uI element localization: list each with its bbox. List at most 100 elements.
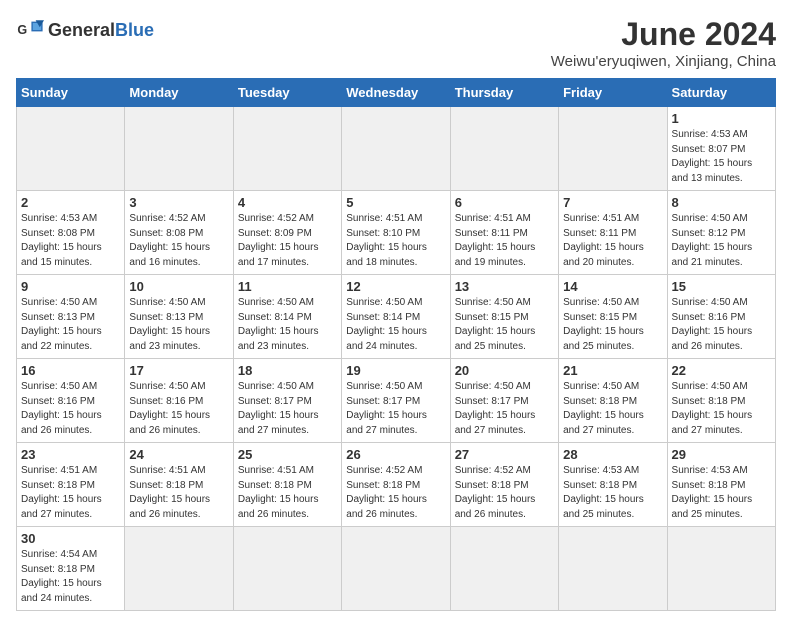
title-block: June 2024 Weiwu'eryuqiwen, Xinjiang, Chi…	[551, 16, 776, 70]
day-info: Sunrise: 4:51 AM Sunset: 8:18 PM Dayligh…	[21, 464, 120, 522]
calendar-cell	[233, 107, 341, 191]
calendar-cell: 28 Sunrise: 4:53 AM Sunset: 8:18 PM Dayli…	[559, 443, 667, 527]
week-row-2: 2Sunrise: 4:53 AM Sunset: 8:08 PM Daylig…	[17, 191, 776, 275]
day-number: 20	[455, 363, 554, 378]
day-info: Sunrise: 4:50 AM Sunset: 8:17 PM Dayligh…	[455, 380, 554, 438]
day-number: 11	[238, 279, 337, 294]
day-info: Sunrise: 4:51 AM Sunset: 8:18 PM Dayligh…	[238, 464, 337, 522]
calendar-cell	[559, 527, 667, 611]
day-number: 26	[346, 447, 445, 462]
day-info: Sunrise: 4:50 AM Sunset: 8:12 PM Dayligh…	[672, 212, 771, 270]
calendar-cell: 21Sunrise: 4:50 AM Sunset: 8:18 PM Dayli…	[559, 359, 667, 443]
day-number: 19	[346, 363, 445, 378]
day-number: 27	[455, 447, 554, 462]
day-number: 23	[21, 447, 120, 462]
day-info: Sunrise: 4:53 AM Sunset: 8:08 PM Dayligh…	[21, 212, 120, 270]
day-number: 25	[238, 447, 337, 462]
dow-header-saturday: Saturday	[667, 79, 775, 107]
dow-header-friday: Friday	[559, 79, 667, 107]
logo-text-bold: Blue	[115, 20, 154, 40]
day-info: Sunrise: 4:50 AM Sunset: 8:18 PM Dayligh…	[672, 380, 771, 438]
day-number: 29	[672, 447, 771, 462]
calendar-cell: 14 Sunrise: 4:50 AM Sunset: 8:15 PM Dayli…	[559, 275, 667, 359]
calendar-cell: 5 Sunrise: 4:51 AM Sunset: 8:10 PM Daylig…	[342, 191, 450, 275]
calendar-cell: 15 Sunrise: 4:50 AM Sunset: 8:16 PM Dayli…	[667, 275, 775, 359]
calendar-cell: 2Sunrise: 4:53 AM Sunset: 8:08 PM Daylig…	[17, 191, 125, 275]
day-info: Sunrise: 4:52 AM Sunset: 8:08 PM Dayligh…	[129, 212, 228, 270]
dow-header-thursday: Thursday	[450, 79, 558, 107]
day-number: 6	[455, 195, 554, 210]
week-row-5: 23 Sunrise: 4:51 AM Sunset: 8:18 PM Dayli…	[17, 443, 776, 527]
calendar-title: June 2024	[551, 16, 776, 53]
logo: G GeneralBlue	[16, 16, 154, 44]
day-info: Sunrise: 4:50 AM Sunset: 8:15 PM Dayligh…	[563, 296, 662, 354]
day-info: Sunrise: 4:52 AM Sunset: 8:18 PM Dayligh…	[346, 464, 445, 522]
calendar-cell	[450, 107, 558, 191]
calendar-header-row: SundayMondayTuesdayWednesdayThursdayFrid…	[17, 79, 776, 107]
day-number: 5	[346, 195, 445, 210]
day-info: Sunrise: 4:53 AM Sunset: 8:18 PM Dayligh…	[672, 464, 771, 522]
calendar-cell: 7Sunrise: 4:51 AM Sunset: 8:11 PM Daylig…	[559, 191, 667, 275]
calendar-cell	[125, 107, 233, 191]
dow-header-wednesday: Wednesday	[342, 79, 450, 107]
svg-text:G: G	[17, 23, 27, 37]
calendar-cell: 9Sunrise: 4:50 AM Sunset: 8:13 PM Daylig…	[17, 275, 125, 359]
calendar-cell: 12Sunrise: 4:50 AM Sunset: 8:14 PM Dayli…	[342, 275, 450, 359]
calendar-cell	[233, 527, 341, 611]
calendar-header: G GeneralBlue June 2024 Weiwu'eryuqiwen,…	[16, 16, 776, 70]
day-number: 24	[129, 447, 228, 462]
calendar-cell	[125, 527, 233, 611]
day-info: Sunrise: 4:51 AM Sunset: 8:18 PM Dayligh…	[129, 464, 228, 522]
day-info: Sunrise: 4:50 AM Sunset: 8:17 PM Dayligh…	[346, 380, 445, 438]
calendar-cell: 8 Sunrise: 4:50 AM Sunset: 8:12 PM Daylig…	[667, 191, 775, 275]
calendar-cell: 13Sunrise: 4:50 AM Sunset: 8:15 PM Dayli…	[450, 275, 558, 359]
day-info: Sunrise: 4:50 AM Sunset: 8:16 PM Dayligh…	[129, 380, 228, 438]
calendar-subtitle: Weiwu'eryuqiwen, Xinjiang, China	[551, 53, 776, 70]
calendar-cell	[667, 527, 775, 611]
day-number: 16	[21, 363, 120, 378]
day-number: 9	[21, 279, 120, 294]
calendar-cell: 26 Sunrise: 4:52 AM Sunset: 8:18 PM Dayli…	[342, 443, 450, 527]
calendar-cell: 18Sunrise: 4:50 AM Sunset: 8:17 PM Dayli…	[233, 359, 341, 443]
logo-icon: G	[16, 16, 44, 44]
dow-header-monday: Monday	[125, 79, 233, 107]
dow-header-tuesday: Tuesday	[233, 79, 341, 107]
day-info: Sunrise: 4:50 AM Sunset: 8:16 PM Dayligh…	[672, 296, 771, 354]
day-number: 30	[21, 531, 120, 546]
calendar-cell	[450, 527, 558, 611]
dow-header-sunday: Sunday	[17, 79, 125, 107]
day-info: Sunrise: 4:51 AM Sunset: 8:10 PM Dayligh…	[346, 212, 445, 270]
calendar-cell: 23 Sunrise: 4:51 AM Sunset: 8:18 PM Dayli…	[17, 443, 125, 527]
calendar-cell: 16Sunrise: 4:50 AM Sunset: 8:16 PM Dayli…	[17, 359, 125, 443]
day-info: Sunrise: 4:53 AM Sunset: 8:07 PM Dayligh…	[672, 128, 771, 186]
logo-text-normal: General	[48, 20, 115, 40]
day-number: 28	[563, 447, 662, 462]
week-row-4: 16 Sunrise: 4:50 AM Sunset: 8:16 PM Dayli…	[17, 359, 776, 443]
day-number: 10	[129, 279, 228, 294]
calendar-cell: 24 Sunrise: 4:51 AM Sunset: 8:18 PM Dayli…	[125, 443, 233, 527]
day-number: 14	[563, 279, 662, 294]
calendar-cell: 19 Sunrise: 4:50 AM Sunset: 8:17 PM Dayli…	[342, 359, 450, 443]
calendar-cell: 1Sunrise: 4:53 AM Sunset: 8:07 PM Daylig…	[667, 107, 775, 191]
day-info: Sunrise: 4:50 AM Sunset: 8:15 PM Dayligh…	[455, 296, 554, 354]
calendar-cell: 4Sunrise: 4:52 AM Sunset: 8:09 PM Daylig…	[233, 191, 341, 275]
calendar-cell: 17 Sunrise: 4:50 AM Sunset: 8:16 PM Dayli…	[125, 359, 233, 443]
day-info: Sunrise: 4:50 AM Sunset: 8:14 PM Dayligh…	[238, 296, 337, 354]
day-info: Sunrise: 4:52 AM Sunset: 8:18 PM Dayligh…	[455, 464, 554, 522]
day-info: Sunrise: 4:50 AM Sunset: 8:13 PM Dayligh…	[129, 296, 228, 354]
calendar-cell: 3Sunrise: 4:52 AM Sunset: 8:08 PM Daylig…	[125, 191, 233, 275]
calendar-cell	[342, 107, 450, 191]
calendar-cell: 30Sunrise: 4:54 AM Sunset: 8:18 PM Dayli…	[17, 527, 125, 611]
calendar-cell	[559, 107, 667, 191]
calendar-cell	[17, 107, 125, 191]
calendar-table: SundayMondayTuesdayWednesdayThursdayFrid…	[16, 78, 776, 611]
calendar-cell: 10 Sunrise: 4:50 AM Sunset: 8:13 PM Dayli…	[125, 275, 233, 359]
day-number: 12	[346, 279, 445, 294]
calendar-cell: 20 Sunrise: 4:50 AM Sunset: 8:17 PM Dayli…	[450, 359, 558, 443]
day-info: Sunrise: 4:53 AM Sunset: 8:18 PM Dayligh…	[563, 464, 662, 522]
day-number: 8	[672, 195, 771, 210]
day-info: Sunrise: 4:51 AM Sunset: 8:11 PM Dayligh…	[455, 212, 554, 270]
calendar-cell: 27 Sunrise: 4:52 AM Sunset: 8:18 PM Dayli…	[450, 443, 558, 527]
day-number: 15	[672, 279, 771, 294]
day-number: 17	[129, 363, 228, 378]
